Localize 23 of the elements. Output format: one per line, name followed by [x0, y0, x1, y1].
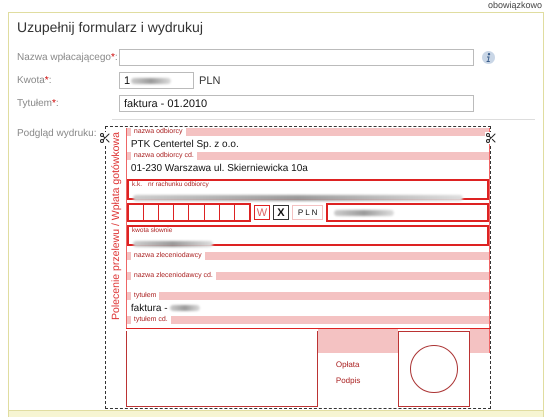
info-icon[interactable]: [482, 51, 495, 64]
slip-value: PTK Centertel Sp. z o.o.: [130, 138, 240, 152]
fee-label: Opłata: [334, 359, 360, 369]
signature-label: Podpis: [334, 375, 362, 385]
stamp-circle: [410, 345, 458, 393]
preview-label: Podgląd wydruku:: [17, 127, 98, 141]
scissors-icon: [485, 132, 497, 144]
slip-value: faktura -: [126, 300, 489, 316]
slip-side-title: Polecenie przelewu / Wpłata gotówkowa: [110, 132, 122, 320]
slip-mark: X: [272, 205, 289, 220]
scissors-icon: [99, 132, 111, 144]
currency-code: P L N: [292, 205, 324, 220]
field-label: Nazwa wpłacającego*:: [17, 52, 119, 63]
field-label: Kwota*:: [17, 75, 52, 86]
slip-value: 01-230 Warszawa ul. Skierniewicka 10a: [130, 162, 309, 176]
slip-mark: W: [254, 205, 270, 220]
currency-label: PLN: [199, 74, 220, 86]
text-field[interactable]: faktura - 01.2010: [119, 95, 474, 112]
panel-title: Uzupełnij formularz i wydrukuj: [17, 19, 204, 35]
field-label: Tytułem*:: [17, 98, 60, 109]
required-note: obowiązkowo: [486, 0, 543, 10]
text-field[interactable]: [119, 49, 474, 66]
text-field[interactable]: 1: [119, 72, 194, 89]
